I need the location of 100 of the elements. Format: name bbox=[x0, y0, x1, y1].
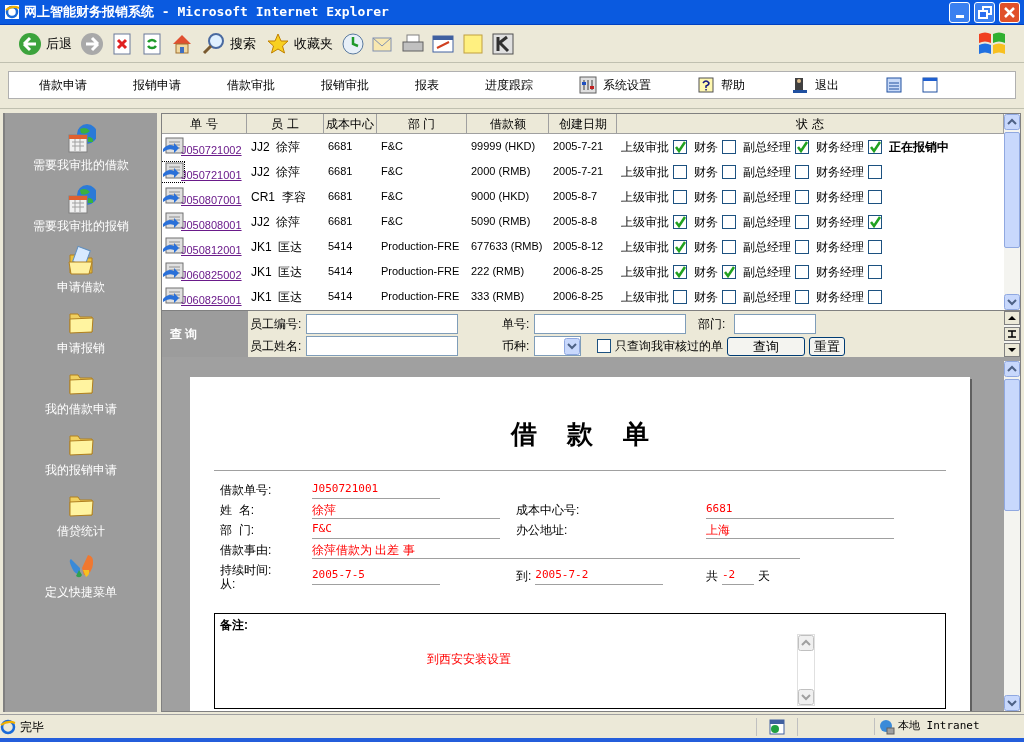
checked-checkbox[interactable] bbox=[795, 139, 809, 154]
scrollbar[interactable] bbox=[1004, 361, 1020, 711]
window-icon[interactable] bbox=[921, 76, 939, 94]
approval-label: 上级审批 bbox=[621, 288, 669, 306]
approval-label: 财务经理 bbox=[816, 288, 864, 306]
scroll-thumb[interactable] bbox=[1004, 379, 1020, 511]
approval-label: 副总经理 bbox=[743, 263, 791, 281]
approval-label: 财务 bbox=[694, 238, 718, 256]
approval-label: 上级审批 bbox=[621, 138, 669, 156]
checkbox[interactable] bbox=[722, 239, 736, 254]
menu-item[interactable]: 系统设置 bbox=[579, 76, 651, 94]
checked-checkbox[interactable] bbox=[673, 139, 687, 154]
checked-checkbox[interactable] bbox=[868, 214, 882, 229]
checkbox[interactable] bbox=[795, 239, 809, 254]
record-link[interactable]: J050721002 bbox=[181, 142, 242, 159]
favorites-button[interactable]: 收藏夹 bbox=[264, 28, 335, 59]
stop-icon[interactable] bbox=[110, 31, 134, 56]
form-title: 借款单 bbox=[214, 415, 946, 471]
scrollbar[interactable] bbox=[1004, 311, 1020, 357]
checkbox[interactable] bbox=[795, 164, 809, 179]
currency-select[interactable] bbox=[534, 336, 581, 356]
refresh-icon[interactable] bbox=[140, 31, 164, 56]
calendar-globe-icon bbox=[66, 184, 96, 214]
resize-handle-icon[interactable] bbox=[1004, 327, 1020, 341]
clock-icon[interactable] bbox=[341, 31, 365, 56]
checkbox[interactable] bbox=[795, 264, 809, 279]
table-cell-text: JK1 匡达 bbox=[250, 238, 304, 256]
remarks-text: 到西安安装设置 bbox=[425, 651, 512, 668]
checkbox[interactable] bbox=[795, 189, 809, 204]
record-link[interactable]: J050807001 bbox=[181, 192, 242, 209]
close-button[interactable] bbox=[999, 1, 1020, 23]
menu-item[interactable]: 帮助 bbox=[697, 76, 745, 94]
list-window-icon[interactable] bbox=[885, 76, 903, 94]
checked-checkbox[interactable] bbox=[673, 239, 687, 254]
scroll-down-icon[interactable] bbox=[1004, 343, 1020, 357]
restore-button[interactable] bbox=[974, 1, 995, 23]
record-link[interactable]: J050721001 bbox=[181, 167, 242, 184]
checked-checkbox[interactable] bbox=[673, 214, 687, 229]
checkbox[interactable] bbox=[868, 289, 882, 304]
k-square-icon[interactable] bbox=[491, 31, 515, 56]
column-header[interactable]: 单 号 bbox=[162, 114, 247, 134]
checkbox[interactable] bbox=[722, 214, 736, 229]
checkbox[interactable] bbox=[722, 164, 736, 179]
field-label: 姓 名: bbox=[220, 502, 255, 519]
checkbox[interactable] bbox=[597, 339, 611, 353]
checkbox[interactable] bbox=[868, 189, 882, 204]
field-label: 员工姓名: bbox=[250, 338, 303, 355]
checkbox[interactable] bbox=[795, 289, 809, 304]
menu-item[interactable]: 报表 bbox=[415, 76, 439, 94]
minimize-button[interactable] bbox=[949, 1, 970, 23]
only-mine-checkbox[interactable]: 只查询我审核过的单 bbox=[597, 337, 723, 355]
checkbox[interactable] bbox=[673, 189, 687, 204]
table-cell-text: 5414 bbox=[327, 264, 354, 280]
column-header[interactable]: 部 门 bbox=[377, 114, 467, 134]
field-value: J050721001 bbox=[312, 481, 440, 499]
record-link[interactable]: J060825001 bbox=[181, 292, 242, 309]
column-header[interactable]: 员 工 bbox=[247, 114, 324, 134]
scroll-up-icon[interactable] bbox=[1004, 311, 1020, 325]
query-button[interactable]: 重置 bbox=[809, 336, 845, 356]
menu-item[interactable]: 借款审批 bbox=[227, 76, 275, 94]
input-field[interactable] bbox=[734, 314, 816, 334]
column-header[interactable]: 借款额 bbox=[467, 114, 549, 134]
approval-label: 财务 bbox=[694, 138, 718, 156]
checked-checkbox[interactable] bbox=[722, 264, 736, 279]
checkbox[interactable] bbox=[795, 214, 809, 229]
checked-checkbox[interactable] bbox=[673, 264, 687, 279]
menu-item[interactable]: 退出 bbox=[791, 76, 839, 94]
table-cell-text: JK1 匡达 bbox=[250, 288, 304, 306]
search-button[interactable]: 搜索 bbox=[200, 28, 258, 59]
checkbox[interactable] bbox=[868, 264, 882, 279]
record-link[interactable]: J060825002 bbox=[181, 267, 242, 284]
checkbox[interactable] bbox=[673, 289, 687, 304]
checkbox[interactable] bbox=[722, 139, 736, 154]
record-link[interactable]: J050812001 bbox=[181, 242, 242, 259]
input-field[interactable] bbox=[306, 336, 458, 356]
menu-item[interactable]: 进度跟踪 bbox=[485, 76, 533, 94]
query-button[interactable]: 查询 bbox=[727, 336, 805, 356]
approval-label: 财务 bbox=[694, 288, 718, 306]
status-text: 完毕 bbox=[20, 718, 44, 736]
menu-item[interactable]: 借款申请 bbox=[39, 76, 87, 94]
open-folder-icon bbox=[66, 245, 96, 275]
checkbox[interactable] bbox=[722, 289, 736, 304]
checkbox[interactable] bbox=[722, 189, 736, 204]
checkbox[interactable] bbox=[868, 164, 882, 179]
menu-item[interactable]: 报销审批 bbox=[321, 76, 369, 94]
checkbox[interactable] bbox=[673, 164, 687, 179]
checkbox[interactable] bbox=[868, 239, 882, 254]
back-button[interactable]: 后退 bbox=[16, 28, 74, 59]
input-field[interactable] bbox=[534, 314, 686, 334]
field-value: -2 bbox=[722, 567, 754, 585]
table-cell-text: 2005-7-21 bbox=[552, 139, 605, 155]
input-field[interactable] bbox=[306, 314, 458, 334]
field-label: 到: bbox=[516, 568, 532, 585]
column-header[interactable]: 创建日期 bbox=[549, 114, 617, 134]
menu-item[interactable]: 报销申请 bbox=[133, 76, 181, 94]
column-header[interactable]: 成本中心 bbox=[324, 114, 377, 134]
record-link[interactable]: J050808001 bbox=[181, 217, 242, 234]
checked-checkbox[interactable] bbox=[868, 139, 882, 154]
scroll-thumb[interactable] bbox=[1004, 132, 1020, 248]
scrollbar[interactable] bbox=[1004, 114, 1020, 310]
